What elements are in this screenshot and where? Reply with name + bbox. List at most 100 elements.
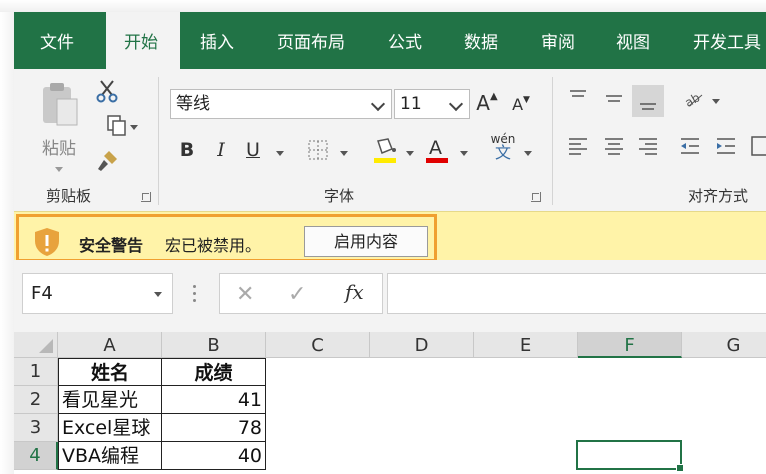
row-header-4[interactable]: 4	[14, 442, 58, 470]
align-center-button[interactable]	[602, 135, 626, 161]
copy-icon	[107, 115, 126, 136]
orientation-button[interactable]: ab	[682, 87, 706, 113]
insert-function-icon[interactable]: fx	[345, 280, 364, 304]
orientation-dropdown-caret[interactable]	[712, 99, 720, 104]
window-shadow-top	[0, 0, 766, 12]
active-cell-f4[interactable]	[576, 440, 684, 472]
cut-button[interactable]	[94, 79, 120, 105]
chevron-down-icon[interactable]	[448, 96, 464, 112]
increase-indent-button[interactable]	[714, 135, 738, 161]
cell-b2[interactable]: 41	[162, 386, 266, 414]
cell-b3[interactable]: 78	[162, 414, 266, 442]
name-box-dropdown-caret[interactable]	[154, 292, 162, 297]
underline-dropdown-caret[interactable]	[276, 151, 284, 156]
tab-insert[interactable]: 插入	[200, 12, 234, 69]
clipboard-dialog-launcher[interactable]	[141, 192, 151, 202]
align-bottom-button[interactable]	[632, 85, 664, 117]
phonetic-bottom-text: 文	[494, 143, 511, 162]
security-warning-highlight: 安全警告 宏已被禁用。 启用内容	[16, 214, 437, 262]
cell-a1[interactable]: 姓名	[58, 358, 162, 386]
cell-b1[interactable]: 成绩	[162, 358, 266, 386]
font-name-value: 等线	[176, 94, 210, 114]
font-color-button[interactable]: A	[424, 135, 450, 165]
align-bottom-icon	[640, 103, 656, 110]
formula-buttons: ✕ ✓ fx	[219, 273, 383, 314]
column-header-d[interactable]: D	[370, 332, 474, 358]
increase-indent-icon	[717, 138, 735, 154]
formula-bar: F4 ✕ ✓ fx	[14, 260, 766, 332]
wrap-text-icon	[751, 136, 766, 156]
tab-page-layout[interactable]: 页面布局	[277, 12, 345, 69]
borders-button[interactable]	[306, 139, 330, 163]
font-dialog-launcher[interactable]	[531, 192, 541, 202]
row-header-1[interactable]: 1	[14, 358, 58, 386]
decrease-indent-button[interactable]	[678, 135, 702, 161]
borders-icon	[308, 140, 328, 160]
align-middle-button[interactable]	[602, 87, 626, 113]
align-top-icon	[570, 90, 586, 97]
align-left-button[interactable]	[566, 135, 590, 161]
group-separator	[552, 77, 553, 205]
enter-icon[interactable]: ✓	[288, 282, 306, 307]
font-size-combo[interactable]: 11	[394, 89, 470, 119]
copy-button[interactable]	[94, 113, 140, 139]
align-top-button[interactable]	[566, 87, 590, 113]
brush-icon	[98, 151, 117, 171]
formula-bar-resize-handle[interactable]	[193, 285, 196, 303]
enable-content-button[interactable]: 启用内容	[304, 226, 428, 257]
cell-b4[interactable]: 40	[162, 442, 266, 470]
scissors-icon	[96, 80, 118, 103]
column-header-b[interactable]: B	[162, 332, 266, 358]
paste-label: 粘贴	[42, 139, 76, 159]
decrease-indent-icon	[681, 138, 699, 154]
font-name-combo[interactable]: 等线	[170, 89, 392, 119]
cell-a4[interactable]: VBA编程	[58, 442, 162, 470]
wrap-text-button[interactable]	[750, 135, 766, 161]
cell-a2[interactable]: 看见星光	[58, 386, 162, 414]
fill-color-button[interactable]	[372, 135, 398, 165]
select-all-button[interactable]	[14, 332, 58, 358]
cell-a3[interactable]: Excel星球	[58, 414, 162, 442]
underline-button[interactable]: U	[242, 139, 264, 163]
column-header-a[interactable]: A	[58, 332, 162, 358]
column-header-c[interactable]: C	[266, 332, 370, 358]
group-separator	[158, 77, 159, 205]
tab-formulas[interactable]: 公式	[388, 12, 422, 69]
formula-input[interactable]	[387, 273, 766, 314]
column-header-g[interactable]: G	[682, 332, 766, 358]
ribbon-home: 粘贴 剪贴板 等线 11 A▲ A▼ B I U A wén 文 字体 ab 对…	[14, 69, 766, 211]
tab-data[interactable]: 数据	[464, 12, 498, 69]
column-header-f[interactable]: F	[578, 332, 682, 358]
align-right-button[interactable]	[636, 135, 660, 161]
italic-button[interactable]: I	[210, 139, 232, 163]
fill-bucket-icon	[374, 138, 396, 163]
fill-color-dropdown-caret[interactable]	[406, 151, 414, 156]
increase-font-size-button[interactable]: A▲	[476, 91, 498, 117]
bold-button[interactable]: B	[176, 139, 198, 163]
align-center-icon	[605, 138, 623, 155]
cancel-icon[interactable]: ✕	[236, 282, 254, 307]
font-group-label: 字体	[324, 187, 355, 205]
tab-developer[interactable]: 开发工具	[693, 12, 761, 69]
font-color-dropdown-caret[interactable]	[460, 151, 468, 156]
tab-view[interactable]: 视图	[616, 12, 650, 69]
format-painter-button[interactable]	[94, 149, 120, 175]
phonetic-dropdown-caret[interactable]	[524, 151, 532, 156]
phonetic-button[interactable]: wén 文	[488, 133, 518, 165]
borders-dropdown-caret[interactable]	[340, 151, 348, 156]
name-box[interactable]: F4	[22, 273, 173, 314]
clipboard-group-label: 剪贴板	[46, 187, 92, 205]
paste-button[interactable]: 粘贴	[36, 81, 82, 177]
text-orientation-icon: ab	[682, 90, 703, 110]
chevron-down-icon[interactable]	[370, 96, 386, 112]
font-size-value: 11	[400, 94, 422, 114]
row-header-3[interactable]: 3	[14, 414, 58, 442]
paste-icon	[43, 83, 78, 126]
row-header-2[interactable]: 2	[14, 386, 58, 414]
column-header-e[interactable]: E	[474, 332, 578, 358]
tab-home[interactable]: 开始	[106, 12, 180, 69]
worksheet-grid[interactable]: A B C D E F G 1 2 3 4 姓名 成绩 看见星光 41 Exce…	[14, 332, 766, 474]
tab-file[interactable]: 文件	[40, 12, 74, 69]
tab-review[interactable]: 审阅	[541, 12, 575, 69]
decrease-font-size-button[interactable]: A▼	[510, 95, 532, 117]
